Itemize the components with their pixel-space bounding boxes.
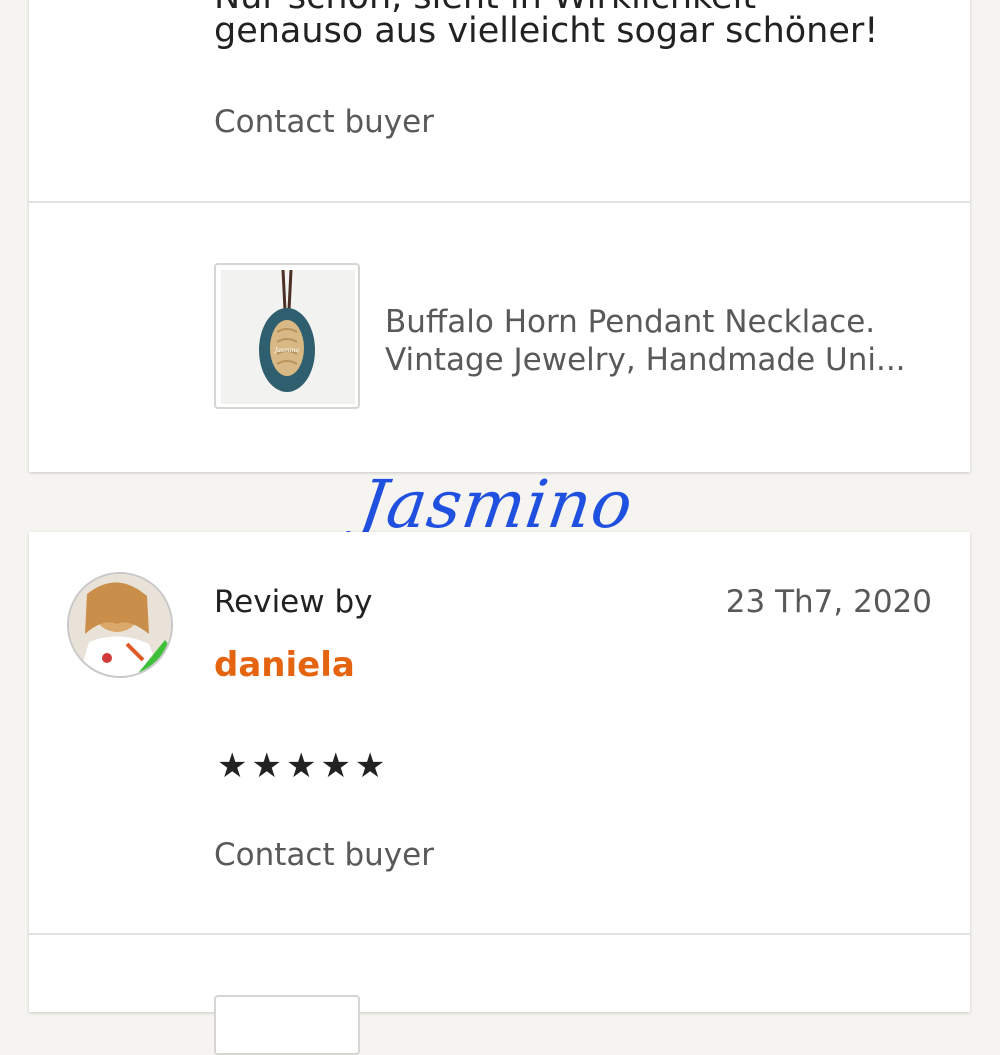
review-card-1: Nur schön, sieht in Wirklichkeit genauso… xyxy=(29,0,970,472)
product-title-link[interactable]: Buffalo Horn Pendant Necklace. Vintage J… xyxy=(385,303,945,379)
review-text-line-2: genauso aus vielleicht sogar schöner! xyxy=(214,11,879,51)
reviewer-name-link[interactable]: daniela xyxy=(214,645,355,685)
review-card-2: Review by 23 Th7, 2020 daniela ★★★★★ Con… xyxy=(29,532,970,1055)
star-rating: ★★★★★ xyxy=(217,746,390,786)
contact-buyer-link[interactable]: Contact buyer xyxy=(214,104,434,140)
product-title-line-2: Vintage Jewelry, Handmade Uni... xyxy=(385,342,906,378)
avatar-photo xyxy=(69,574,171,676)
card-divider xyxy=(29,933,970,935)
contact-buyer-link[interactable]: Contact buyer xyxy=(214,837,434,873)
product-thumbnail[interactable]: Jasmino xyxy=(214,263,360,409)
product-title-line-1: Buffalo Horn Pendant Necklace. xyxy=(385,304,876,340)
review-date: 23 Th7, 2020 xyxy=(725,584,932,620)
reviewer-avatar[interactable] xyxy=(67,572,173,678)
product-thumbnail[interactable] xyxy=(214,995,360,1055)
pendant-necklace-image: Jasmino xyxy=(221,270,355,404)
card-divider xyxy=(29,201,970,203)
svg-text:Jasmino: Jasmino xyxy=(273,347,300,354)
review-by-label: Review by xyxy=(214,584,373,620)
